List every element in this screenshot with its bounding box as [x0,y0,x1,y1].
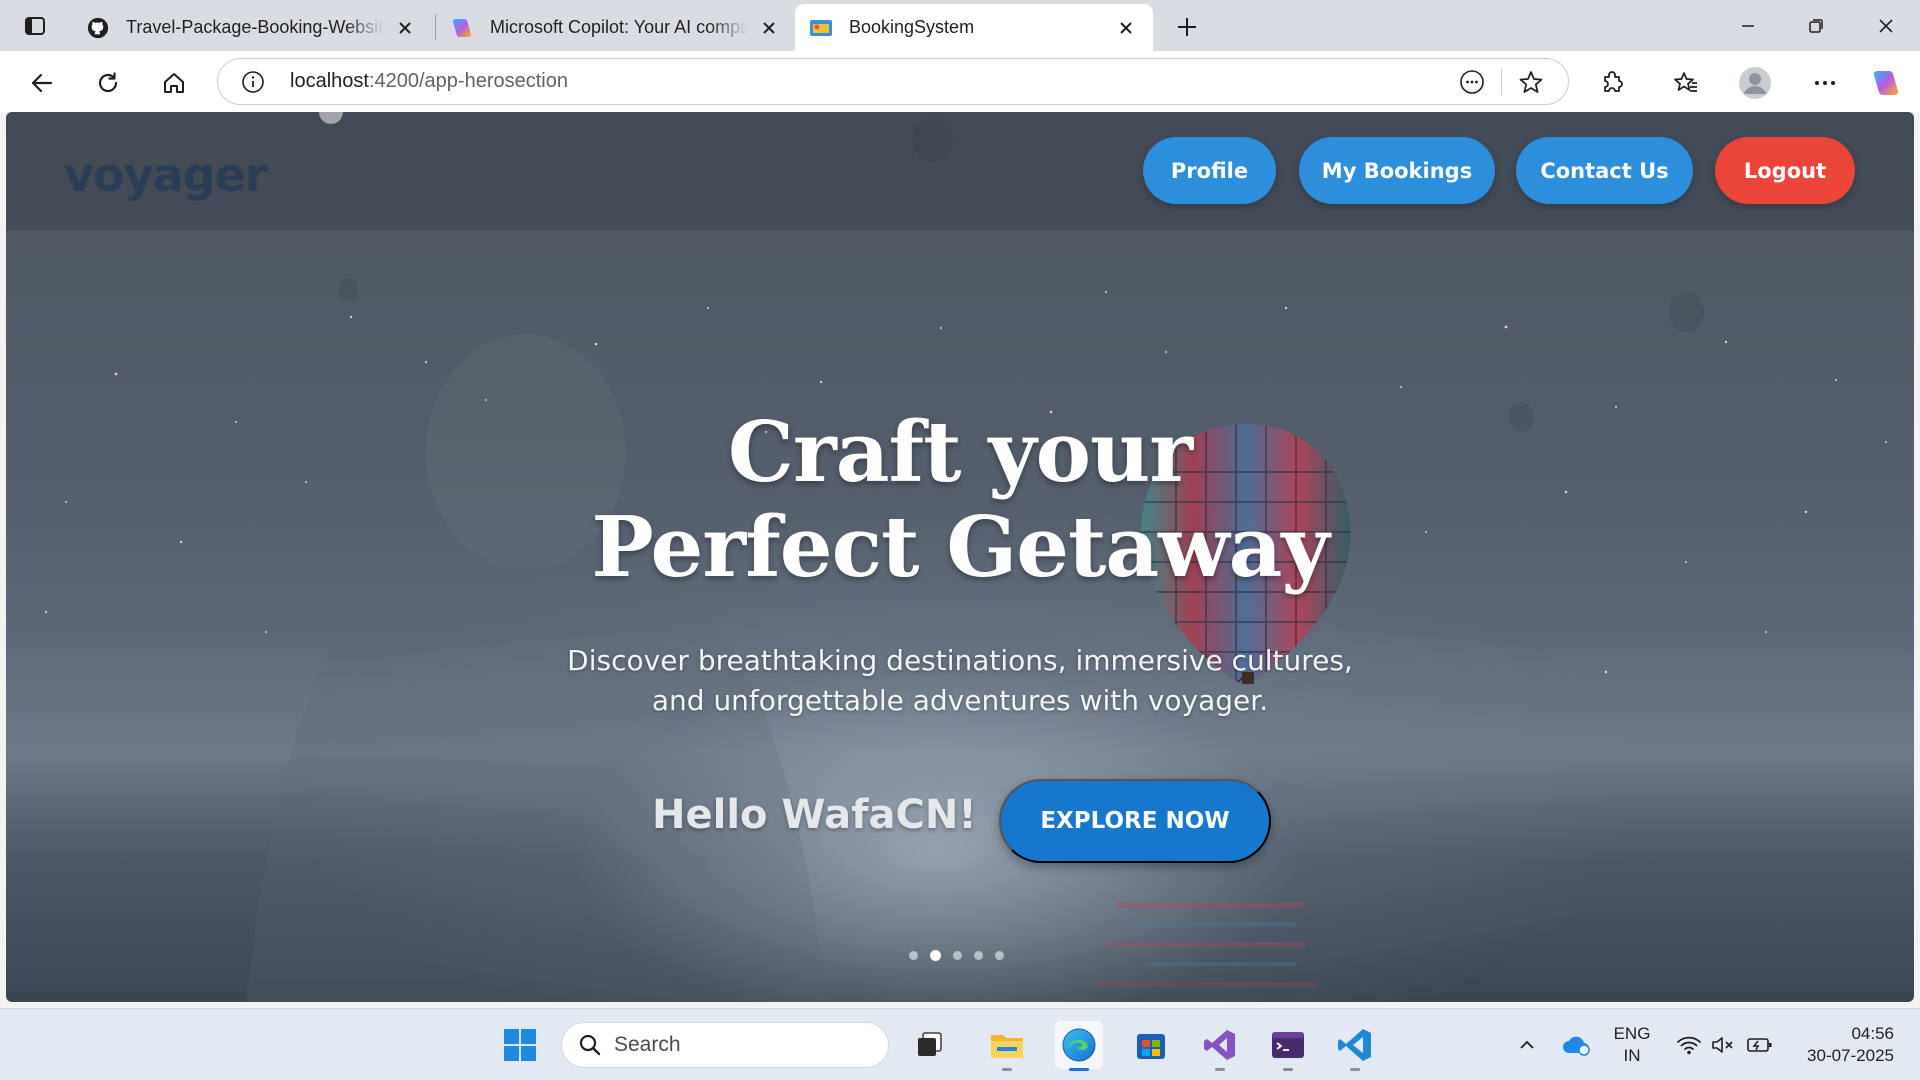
site-info-icon[interactable] [240,69,266,95]
show-hidden-icons-chevron-icon[interactable] [1512,1023,1542,1067]
close-tab-icon[interactable] [1113,15,1139,41]
vscode-icon[interactable] [1331,1021,1379,1071]
running-indicator [1350,1068,1360,1071]
profile-avatar-icon[interactable] [1735,63,1775,103]
reading-view-icon[interactable] [1457,67,1487,97]
file-explorer-icon[interactable] [983,1021,1031,1071]
system-clock[interactable]: 04:56 30-07-2025 [1792,1023,1894,1067]
more-menu-icon[interactable] [1805,63,1845,103]
url-path: :4200/app-herosection [368,70,568,92]
carousel-dot[interactable] [909,950,918,960]
omnibox-divider [1501,69,1502,95]
carousel-dot[interactable] [974,950,983,960]
running-indicator [1002,1068,1012,1071]
github-icon [86,16,110,40]
tab-copilot[interactable]: Microsoft Copilot: Your AI companion [436,4,796,51]
url-host: localhost [290,70,369,92]
nav-logout-button[interactable]: Logout [1715,137,1855,204]
tab-github[interactable]: Travel-Package-Booking-Website [72,4,432,51]
visual-studio-icon[interactable] [1196,1021,1244,1071]
nav-contact-us-button[interactable]: Contact Us [1516,137,1693,204]
close-tab-icon[interactable] [756,15,782,41]
wifi-icon[interactable] [1672,1023,1706,1067]
nav-profile-button[interactable]: Profile [1143,137,1276,204]
clock-time: 04:56 [1851,1024,1894,1043]
restore-icon[interactable] [1782,0,1850,51]
region-code: IN [1623,1046,1641,1065]
explore-now-button[interactable]: EXPLORE NOW [999,779,1271,863]
brand-logo[interactable]: voyager [64,148,267,202]
clock-date: 30-07-2025 [1807,1046,1894,1065]
windows-taskbar: Search ENG IN 04:56 30-07-2025 [0,1008,1920,1080]
carousel-dot-active[interactable] [930,949,941,961]
search-placeholder: Search [614,1033,681,1056]
back-icon[interactable] [22,63,62,103]
running-indicator [1283,1068,1293,1071]
page-viewport: voyager Profile My Bookings Contact Us L… [6,112,1914,1002]
home-icon[interactable] [154,63,194,103]
search-icon [578,1033,602,1057]
browser-toolbar: localhost:4200/app-herosection [0,51,1920,112]
hero-title-line-1: Craft your [727,403,1193,501]
url-text[interactable]: localhost:4200/app-herosection [290,70,568,93]
hero-subtitle-line-2: and unforgettable adventures with voyage… [651,684,1269,717]
carousel-dot[interactable] [995,950,1004,960]
tab-bookingsystem[interactable]: BookingSystem [795,4,1153,51]
tab-title: BookingSystem [849,17,975,37]
site-navbar: voyager Profile My Bookings Contact Us L… [6,112,1914,230]
favorite-star-icon[interactable] [1516,67,1546,97]
volume-muted-icon[interactable] [1706,1023,1740,1067]
hero-subtitle-line-1: Discover breathtaking destinations, imme… [567,644,1353,677]
favorites-icon[interactable] [1666,63,1706,103]
terminal-icon[interactable] [1264,1021,1312,1071]
copilot-sidebar-icon[interactable] [1866,63,1906,103]
carousel-dot[interactable] [953,950,962,960]
start-icon[interactable] [496,1021,544,1069]
tab-actions-icon[interactable] [14,10,56,42]
tab-title: Microsoft Copilot: Your AI companion [490,17,748,37]
hero-title-line-2: Perfect Getaway [591,498,1329,596]
browser-tab-strip: Travel-Package-Booking-Website Microsoft… [0,0,1920,51]
onedrive-icon[interactable] [1558,1023,1594,1067]
refresh-icon[interactable] [88,63,128,103]
copilot-icon [450,16,474,40]
address-bar[interactable]: localhost:4200/app-herosection [217,58,1569,105]
user-greeting: Hello WafaCN! [652,792,977,838]
minimize-icon[interactable] [1714,0,1782,51]
edge-icon[interactable] [1055,1021,1103,1071]
hero-subtitle: Discover breathtaking destinations, imme… [460,641,1460,721]
battery-charging-icon[interactable] [1742,1023,1778,1067]
carousel-indicators [909,948,1004,962]
nav-my-bookings-button[interactable]: My Bookings [1299,137,1495,204]
task-view-icon[interactable] [906,1021,954,1069]
running-indicator [1069,1068,1089,1071]
new-tab-icon[interactable] [1170,10,1204,44]
angular-app-icon [809,16,833,40]
microsoft-store-icon[interactable] [1127,1021,1175,1069]
input-language-indicator[interactable]: ENG IN [1610,1023,1654,1067]
running-indicator [1215,1068,1225,1071]
hero-title: Craft your Perfect Getaway [460,405,1460,595]
tab-title: Travel-Package-Booking-Website [126,17,384,37]
extensions-icon[interactable] [1593,63,1633,103]
close-window-icon[interactable] [1852,0,1920,51]
close-tab-icon[interactable] [392,15,418,41]
language-code: ENG [1613,1024,1651,1043]
taskbar-search-box[interactable]: Search [561,1022,889,1068]
